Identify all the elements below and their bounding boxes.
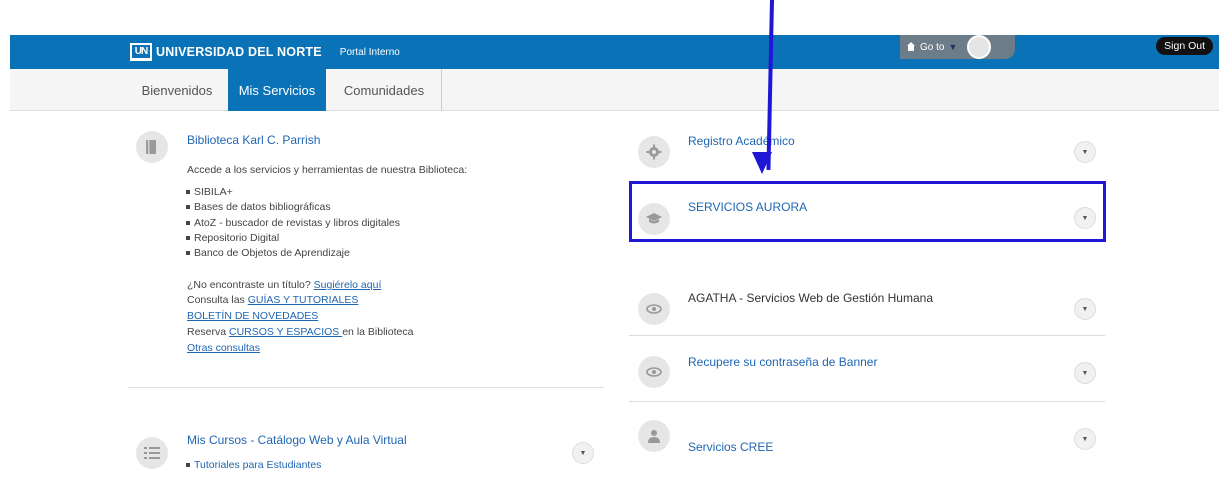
arrow-down-icon <box>752 152 772 174</box>
tab-divider <box>441 69 442 111</box>
sign-out-button[interactable]: Sign Out <box>1156 37 1213 55</box>
list-item[interactable]: Repositorio Digital <box>180 231 400 246</box>
expand-cree-button[interactable]: ▼ <box>1074 428 1096 450</box>
top-bar: UN UNIVERSIDAD DEL NORTE Portal Interno … <box>10 35 1219 69</box>
list-item[interactable]: Tutoriales para Estudiantes <box>180 458 321 473</box>
divider <box>128 387 604 388</box>
news-line: BOLETÍN DE NOVEDADES <box>187 310 318 322</box>
library-title[interactable]: Biblioteca Karl C. Parrish <box>187 133 320 147</box>
guides-link[interactable]: GUÍAS Y TUTORIALES <box>248 294 359 306</box>
list-item[interactable]: Banco de Objetos de Aprendizaje <box>180 246 400 261</box>
reserve-line: Reserva CURSOS Y ESPACIOS en la Bibliote… <box>187 326 413 338</box>
list-item[interactable]: Bases de datos bibliográficas <box>180 200 400 215</box>
courses-title[interactable]: Mis Cursos - Catálogo Web y Aula Virtual <box>187 433 407 447</box>
brand-subtitle[interactable]: Portal Interno <box>340 47 400 58</box>
tab-comunidades[interactable]: Comunidades <box>328 69 440 111</box>
other-queries-link[interactable]: Otras consultas <box>187 342 260 354</box>
guides-text: Consulta las <box>187 294 248 306</box>
recover-password-title[interactable]: Recupere su contraseña de Banner <box>688 355 877 369</box>
suggest-line: ¿No encontraste un título? Sugiérelo aqu… <box>187 279 381 291</box>
list-item[interactable]: SIBILA+ <box>180 185 400 200</box>
guides-line: Consulta las GUÍAS Y TUTORIALES <box>187 294 358 306</box>
reserve-suffix: en la Biblioteca <box>342 326 414 338</box>
servicios-cree-title[interactable]: Servicios CREE <box>688 440 773 454</box>
news-bulletin-link[interactable]: BOLETÍN DE NOVEDADES <box>187 310 318 322</box>
registro-academico-title[interactable]: Registro Académico <box>688 134 795 148</box>
home-icon <box>906 42 916 52</box>
library-intro: Accede a los servicios y herramientas de… <box>187 164 468 176</box>
agatha-title[interactable]: AGATHA - Servicios Web de Gestión Humana <box>688 291 933 305</box>
other-queries-line: Otras consultas <box>187 342 260 354</box>
goto-label: Go to <box>920 41 945 53</box>
library-services-list: SIBILA+ Bases de datos bibliográficas At… <box>180 185 400 261</box>
expand-password-button[interactable]: ▼ <box>1074 362 1096 384</box>
user-group-icon <box>638 420 670 452</box>
reserve-text: Reserva <box>187 326 230 338</box>
eye-icon <box>638 356 670 388</box>
courses-spaces-link[interactable]: CURSOS Y ESPACIOS <box>229 326 342 338</box>
avatar[interactable] <box>967 35 992 59</box>
caret-down-icon: ▼ <box>948 42 958 52</box>
gear-icon <box>638 136 670 168</box>
suggest-link[interactable]: Sugiérelo aquí <box>314 279 382 291</box>
suggest-text: ¿No encontraste un título? <box>187 279 314 291</box>
divider <box>629 335 1105 336</box>
list-icon <box>136 437 168 469</box>
courses-list: Tutoriales para Estudiantes <box>180 458 321 473</box>
book-icon <box>136 131 168 163</box>
goto-menu[interactable]: Go to ▼ <box>900 35 1015 59</box>
expand-agatha-button[interactable]: ▼ <box>1074 298 1096 320</box>
university-logo-icon: UN <box>130 43 152 61</box>
tab-bienvenidos[interactable]: Bienvenidos <box>128 69 226 111</box>
highlight-box <box>629 181 1106 242</box>
tab-bar: Bienvenidos Mis Servicios Comunidades <box>10 69 1219 111</box>
tab-mis-servicios[interactable]: Mis Servicios <box>228 69 326 111</box>
divider <box>629 401 1105 402</box>
eye-icon <box>638 293 670 325</box>
brand[interactable]: UN UNIVERSIDAD DEL NORTE Portal Interno <box>130 41 400 63</box>
list-item[interactable]: AtoZ - buscador de revistas y libros dig… <box>180 216 400 231</box>
expand-registro-button[interactable]: ▼ <box>1074 141 1096 163</box>
brand-name: UNIVERSIDAD DEL NORTE <box>156 45 322 59</box>
expand-courses-button[interactable]: ▼ <box>572 442 594 464</box>
